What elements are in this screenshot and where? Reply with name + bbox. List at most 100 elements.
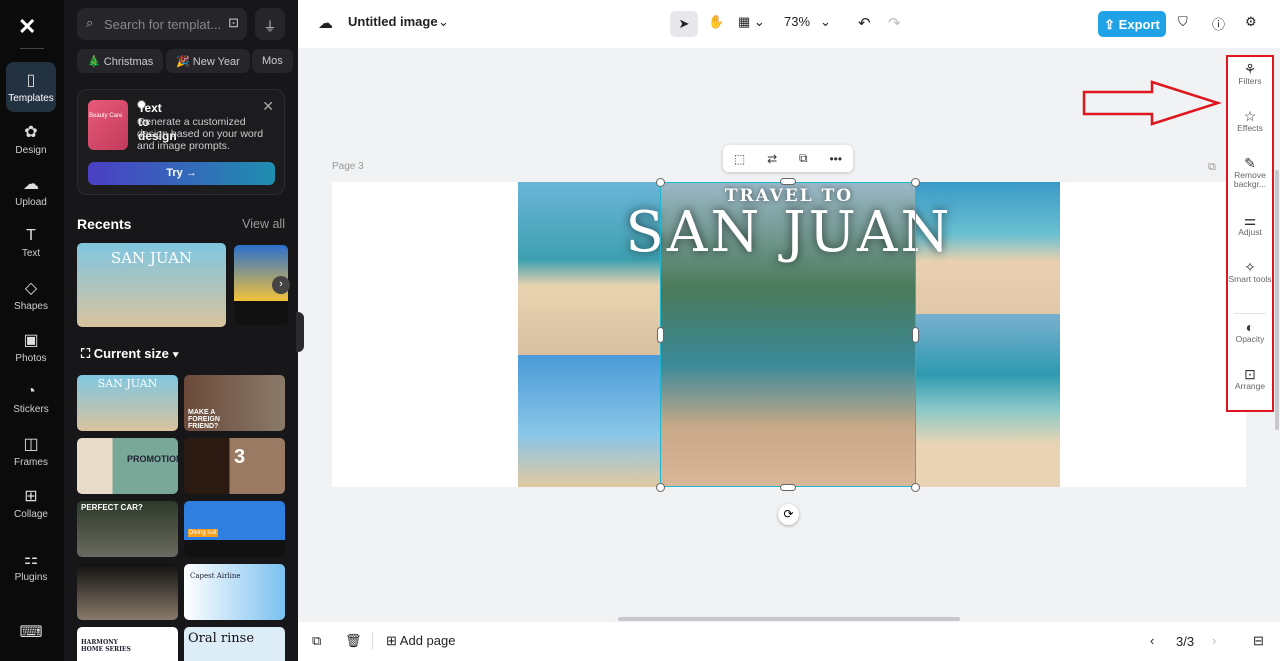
- pages-panel-icon[interactable]: ⊟: [1253, 633, 1264, 649]
- template-card[interactable]: PROMOTION: [77, 438, 178, 494]
- duplicate-page-icon[interactable]: ⧉: [1208, 161, 1216, 174]
- rail-label: Design: [15, 145, 47, 156]
- top-toolbar: ☁ Untitled image ⌄ ➤ ✋ ▦ ⌄ 73% ⌄ ↶ ↷ ⇪ E…: [298, 0, 1280, 48]
- template-card[interactable]: PERFECT CAR?: [77, 501, 178, 557]
- carousel-next-button[interactable]: ›: [272, 276, 290, 294]
- capcut-logo-icon[interactable]: ✕: [18, 14, 36, 40]
- rail-item-templates[interactable]: ▯ Templates: [6, 62, 56, 112]
- replace-icon[interactable]: ⇄: [767, 152, 777, 166]
- chevron-down-icon[interactable]: ⌄: [820, 14, 831, 30]
- more-icon[interactable]: •••: [829, 152, 842, 166]
- tool-label: Effects: [1237, 123, 1263, 133]
- rail-label: Text: [21, 248, 41, 259]
- redo-icon[interactable]: ↷: [888, 14, 901, 32]
- rotate-handle-icon[interactable]: ⟳: [778, 504, 799, 525]
- chevron-down-icon[interactable]: ⌄: [438, 14, 449, 30]
- close-icon[interactable]: ✕: [262, 98, 274, 115]
- resize-handle[interactable]: [656, 483, 665, 492]
- gear-icon[interactable]: ⚙: [1245, 14, 1257, 30]
- adjust-icon: ⚌: [1243, 212, 1257, 228]
- select-tool-icon[interactable]: ➤: [670, 11, 698, 37]
- rail-item-plugins[interactable]: ⚏ Plugins: [6, 541, 56, 591]
- template-title: PERFECT CAR?: [81, 503, 143, 512]
- templates-icon: ▯: [26, 72, 36, 89]
- search-input[interactable]: ⌕ Search for templat... ⊡: [77, 8, 247, 40]
- floating-toolbar: ⬚ ⇄ ⧉ •••: [723, 145, 853, 172]
- chip-new-year[interactable]: 🎉 New Year: [166, 49, 250, 73]
- template-card[interactable]: [77, 564, 178, 620]
- resize-handle[interactable]: [911, 483, 920, 492]
- template-card[interactable]: Oral rinse: [184, 627, 285, 661]
- adjust-button[interactable]: ⚌ Adjust: [1228, 212, 1272, 237]
- resize-handle[interactable]: [780, 178, 796, 185]
- cloud-save-icon[interactable]: ☁: [318, 14, 333, 32]
- recent-template[interactable]: SAN JUAN: [77, 243, 226, 327]
- current-size-dropdown[interactable]: ⛶ Current size ▾: [81, 346, 179, 362]
- collage-icon: ⊞: [24, 488, 38, 505]
- rail-item-frames[interactable]: ◫ Frames: [6, 426, 56, 476]
- rail-item-text[interactable]: T Text: [6, 218, 56, 268]
- try-button[interactable]: Try →: [88, 162, 275, 185]
- duplicate-page-icon[interactable]: ⧉: [312, 633, 321, 649]
- rail-item-stickers[interactable]: ◔ Stickers: [6, 374, 56, 424]
- rail-item-collage[interactable]: ⊞ Collage: [6, 478, 56, 528]
- shield-icon[interactable]: ⛉: [1178, 14, 1188, 30]
- filter-button[interactable]: ⏚: [255, 8, 285, 40]
- rail-item-photos[interactable]: ▣ Photos: [6, 322, 56, 372]
- tool-label: Adjust: [1238, 227, 1262, 237]
- duplicate-icon[interactable]: ⧉: [799, 151, 808, 166]
- photos-icon: ▣: [23, 332, 39, 349]
- resize-handle[interactable]: [911, 178, 920, 187]
- help-icon[interactable]: ⓘ: [1212, 14, 1225, 33]
- vertical-scrollbar[interactable]: [1275, 170, 1279, 430]
- selection-box[interactable]: [660, 182, 916, 487]
- tool-label: Remove backgr...: [1233, 170, 1267, 189]
- arrange-icon: ⊡: [1244, 366, 1256, 382]
- export-button[interactable]: ⇪ Export: [1098, 11, 1166, 37]
- crop-icon[interactable]: ⬚: [734, 152, 745, 166]
- collapse-panel-handle[interactable]: [296, 312, 304, 352]
- rail-item-design[interactable]: ✿ Design: [6, 114, 56, 164]
- add-page-button[interactable]: ⊞ Add page: [386, 633, 455, 649]
- remove-background-button[interactable]: ✎ Remove backgr...: [1228, 156, 1272, 189]
- chip-christmas[interactable]: 🎄 Christmas: [77, 49, 164, 73]
- template-card[interactable]: SAN JUAN: [77, 375, 178, 431]
- divider: [1234, 313, 1266, 314]
- document-title[interactable]: Untitled image: [348, 14, 438, 29]
- next-page-icon[interactable]: ›: [1212, 633, 1216, 648]
- hand-tool-icon[interactable]: ✋: [708, 14, 724, 30]
- red-arrow-annotation: [1082, 80, 1222, 126]
- template-card[interactable]: Capest Airline: [184, 564, 285, 620]
- plugins-icon: ⚏: [23, 551, 39, 568]
- resize-handle[interactable]: [912, 327, 919, 343]
- filters-button[interactable]: ⚘ Filters: [1228, 62, 1272, 86]
- zoom-level[interactable]: 73%: [784, 14, 810, 29]
- photo-beach-4: [916, 314, 1060, 487]
- arrange-button[interactable]: ⊡ Arrange: [1228, 366, 1272, 391]
- resize-handle[interactable]: [657, 327, 664, 343]
- smart-tools-button[interactable]: ✧ Smart tools: [1228, 260, 1272, 284]
- undo-icon[interactable]: ↶: [858, 14, 871, 32]
- rail-item-shapes[interactable]: ◇ Shapes: [6, 270, 56, 320]
- resize-handle[interactable]: [780, 484, 796, 491]
- chip-most[interactable]: Mos: [252, 49, 293, 73]
- rail-item-upload[interactable]: ☁ Upload: [6, 166, 56, 216]
- keyboard-shortcuts-button[interactable]: ⌨: [6, 612, 56, 652]
- recents-heading: Recents: [77, 216, 132, 232]
- prev-page-icon[interactable]: ‹: [1150, 633, 1154, 648]
- view-all-link[interactable]: View all: [242, 217, 285, 231]
- template-card[interactable]: Diving suit: [184, 501, 285, 557]
- template-card[interactable]: 3: [184, 438, 285, 494]
- page-indicator: 3/3: [1176, 634, 1195, 649]
- template-card[interactable]: MAKE A FOREIGN FRIEND?: [184, 375, 285, 431]
- effects-button[interactable]: ☆ Effects: [1228, 109, 1272, 133]
- image-search-icon[interactable]: ⊡: [228, 15, 239, 31]
- horizontal-scrollbar[interactable]: [618, 617, 960, 621]
- trash-icon[interactable]: 🗑: [345, 633, 362, 649]
- resize-handle[interactable]: [656, 178, 665, 187]
- template-card[interactable]: HARMONY HOME SERIES: [77, 627, 178, 661]
- current-size-label: Current size: [93, 346, 169, 361]
- tool-label: Opacity: [1235, 334, 1265, 344]
- layout-icon[interactable]: ▦ ⌄: [738, 14, 765, 30]
- opacity-button[interactable]: ◐ Opacity: [1228, 320, 1272, 344]
